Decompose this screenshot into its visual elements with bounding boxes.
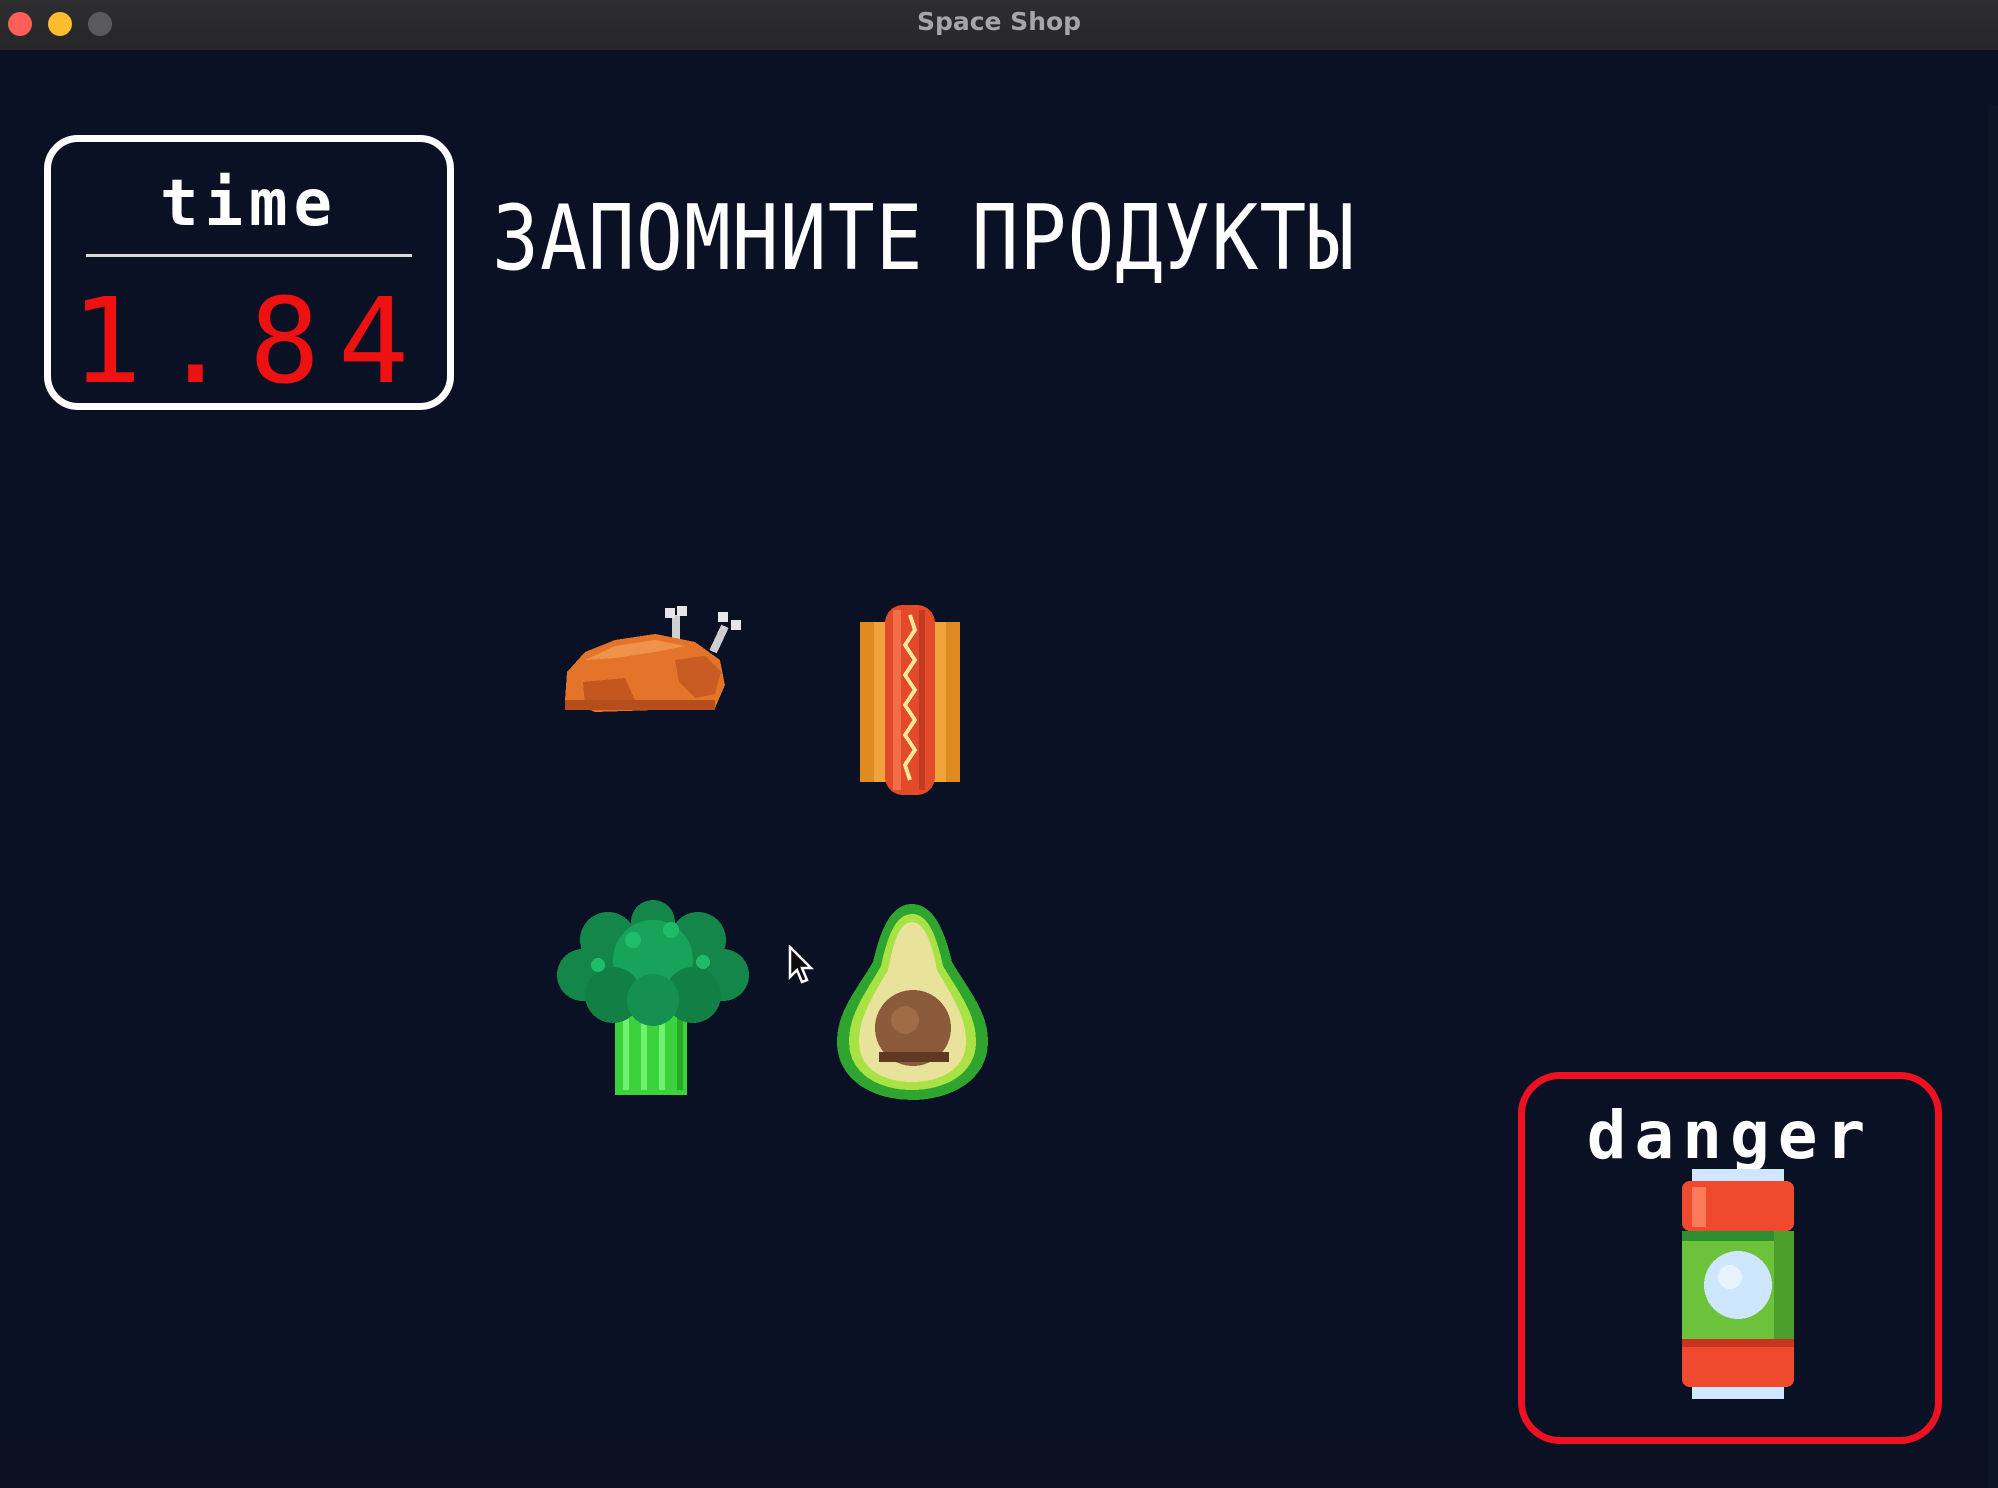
- broccoli-icon: [557, 900, 749, 1095]
- avocado-icon: [837, 904, 988, 1100]
- danger-label: danger: [1586, 1097, 1874, 1174]
- timer-label: time: [159, 167, 339, 241]
- timer-value: 1.84: [70, 272, 428, 410]
- soda-can-icon: [1682, 1169, 1794, 1399]
- window-title: Space Shop: [916, 7, 1082, 36]
- instruction-heading: ЗАПОМНИТЕ ПРОДУКТЫ: [492, 187, 1356, 291]
- mouse-pointer-icon: [788, 945, 814, 984]
- roast-chicken-icon: [565, 606, 741, 712]
- game-canvas[interactable]: time 1.84 ЗАПОМНИТЕ ПРОДУКТЫ danger: [0, 50, 1998, 1488]
- timer-panel: time 1.84: [44, 135, 454, 410]
- window-titlebar: Space Shop: [0, 0, 1998, 51]
- window-edge: [1988, 105, 1998, 1488]
- timer-divider: [86, 254, 412, 257]
- danger-panel: danger: [1518, 1072, 1942, 1444]
- hot-dog-icon: [860, 605, 960, 795]
